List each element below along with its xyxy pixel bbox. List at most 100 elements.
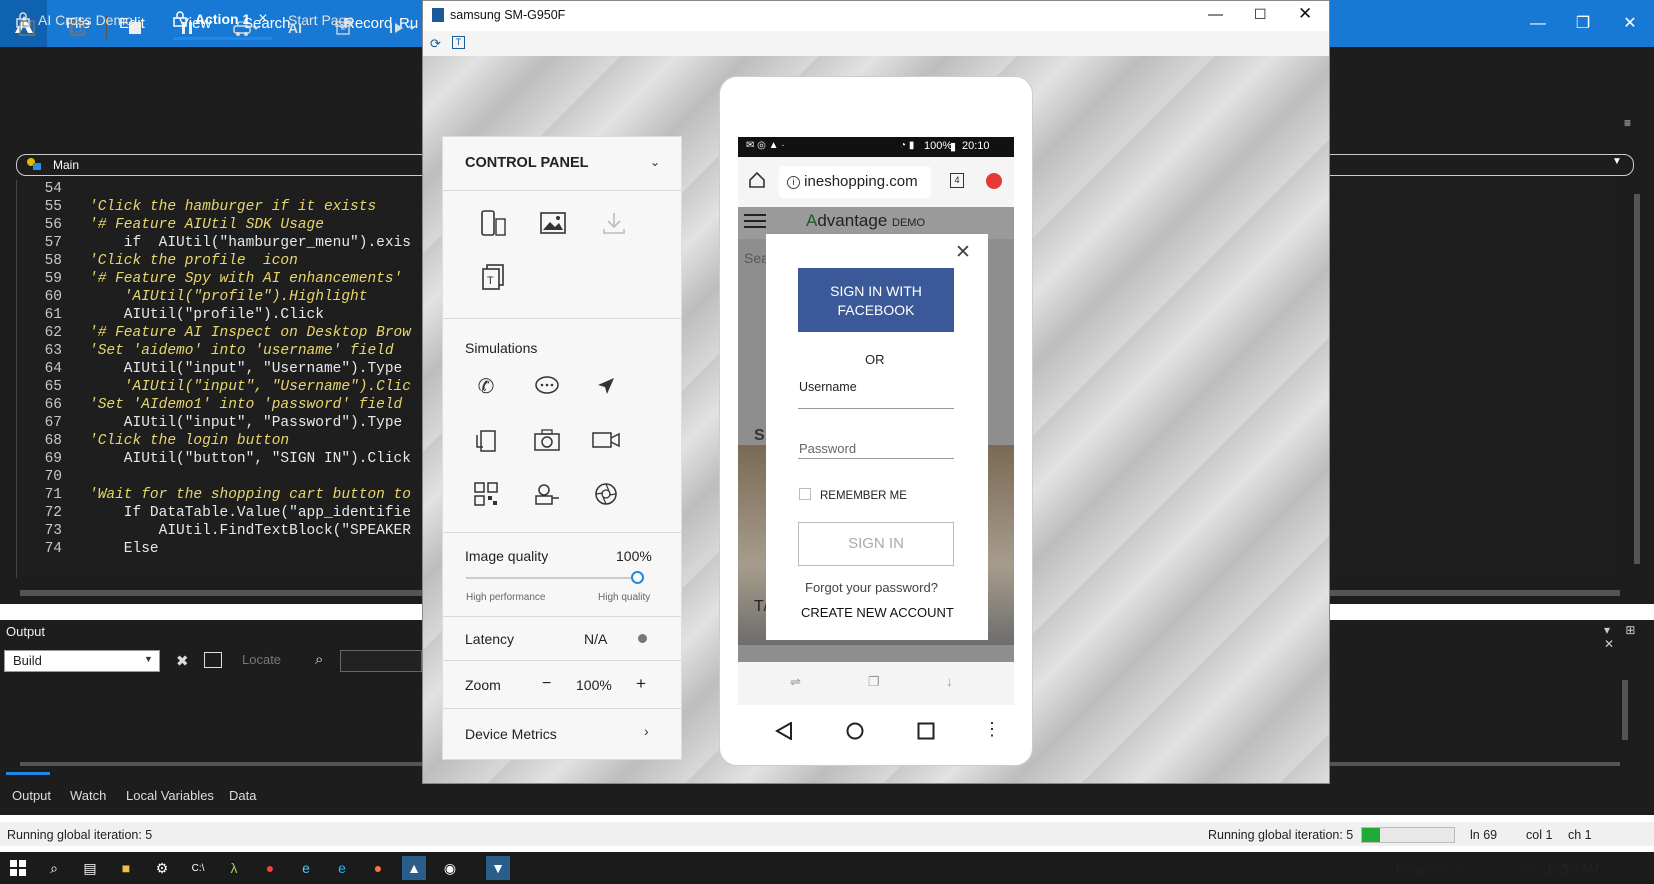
- code-text: '# Feature AI Inspect on Desktop Brow: [89, 325, 411, 341]
- tab-count[interactable]: 4: [950, 173, 964, 188]
- clear-icon[interactable]: ✖: [176, 652, 189, 670]
- zoom-out-button[interactable]: −: [542, 675, 551, 693]
- device-metrics-label[interactable]: Device Metrics: [465, 726, 557, 742]
- video-icon[interactable]: [586, 420, 626, 460]
- command-prompt-icon[interactable]: C:\: [186, 856, 210, 880]
- windows-start-icon[interactable]: [6, 856, 30, 880]
- lambda-app-icon[interactable]: λ: [222, 856, 246, 880]
- tab-watch[interactable]: Watch: [70, 788, 106, 803]
- chevron-down-icon[interactable]: ▼: [1612, 156, 1622, 167]
- chrome-icon[interactable]: ●: [258, 856, 282, 880]
- tab-output[interactable]: Output: [12, 788, 51, 803]
- progress-fill: [1362, 828, 1381, 842]
- aperture-icon[interactable]: [586, 474, 626, 514]
- word-wrap-icon[interactable]: [204, 652, 222, 668]
- home-icon[interactable]: [748, 171, 766, 192]
- latency-label: Latency: [465, 631, 515, 647]
- programs-toolbar[interactable]: Programs: [1396, 862, 1450, 876]
- uft-app-icon[interactable]: ▲: [402, 856, 426, 880]
- battery-level: 100%: [924, 140, 953, 152]
- fingerprint-unlock-icon[interactable]: [527, 474, 567, 514]
- username-field[interactable]: Username: [799, 380, 857, 394]
- phone-call-icon[interactable]: ✆: [466, 366, 506, 406]
- camera-icon[interactable]: [527, 420, 567, 460]
- status-col: col 1: [1526, 828, 1553, 842]
- copy-text-icon[interactable]: T: [473, 257, 513, 297]
- search-icon[interactable]: ⌕: [315, 651, 323, 668]
- file-explorer-icon[interactable]: ■: [114, 856, 138, 880]
- home-icon[interactable]: [846, 722, 864, 740]
- zoom-in-button[interactable]: +: [636, 674, 646, 694]
- line-number: 64: [44, 361, 62, 377]
- hamburger-menu-icon[interactable]: [744, 214, 766, 228]
- line-number: 59: [44, 271, 62, 287]
- text-recognition-icon[interactable]: T: [452, 36, 465, 49]
- forgot-password-link[interactable]: Forgot your password?: [805, 580, 938, 595]
- svg-text:T: T: [487, 275, 494, 287]
- recent-apps-icon[interactable]: [917, 722, 935, 740]
- edge-icon[interactable]: e: [330, 856, 354, 880]
- location-arrow-icon[interactable]: [586, 366, 626, 406]
- firefox-icon[interactable]: ●: [366, 856, 390, 880]
- mobile-center-icon[interactable]: ◉: [438, 856, 462, 880]
- password-field[interactable]: Password: [799, 441, 856, 456]
- more-options-icon[interactable]: ⋮: [983, 719, 1001, 740]
- locate-label: Locate: [242, 652, 282, 667]
- output-source-select[interactable]: Build: [4, 650, 160, 672]
- image-icon[interactable]: [533, 203, 573, 243]
- message-icon[interactable]: [527, 366, 567, 406]
- device-viewer-app-icon[interactable]: ▼: [486, 856, 510, 880]
- tab-local-variables[interactable]: Local Variables: [126, 788, 214, 803]
- site-logo[interactable]: Advantage DEMO: [806, 211, 925, 231]
- restore-icon[interactable]: ❐: [1569, 10, 1597, 38]
- iteration-progress-bar: [1361, 827, 1455, 843]
- locate-button[interactable]: Locate: [242, 652, 281, 667]
- download-icon[interactable]: ↓: [946, 674, 953, 689]
- clock[interactable]: 10:10 AM: [1546, 862, 1599, 876]
- address-bar[interactable]: i ineshopping.com: [779, 166, 931, 198]
- close-icon[interactable]: ✕: [1298, 4, 1312, 24]
- device-rotate-icon[interactable]: [466, 420, 506, 460]
- code-text: 'Click the hamburger if it exists: [89, 199, 377, 215]
- minimize-icon[interactable]: —: [1208, 6, 1223, 23]
- tabs-icon[interactable]: ❐: [868, 674, 880, 690]
- panel-controls[interactable]: ▾ ⊞ ✕: [1604, 623, 1654, 651]
- chevron-down-icon[interactable]: ⌄: [650, 155, 660, 169]
- settings-gear-icon[interactable]: ⚙: [150, 856, 174, 880]
- qr-code-icon[interactable]: [466, 474, 506, 514]
- back-tab-icon[interactable]: ⇌: [790, 674, 801, 690]
- remember-me-checkbox[interactable]: [799, 488, 811, 500]
- signin-button[interactable]: SIGN IN: [798, 522, 954, 566]
- minimize-icon[interactable]: —: [1524, 10, 1552, 38]
- browser-menu-icon[interactable]: [986, 173, 1002, 189]
- refresh-icon[interactable]: ⟳: [430, 36, 441, 52]
- run-step-icon[interactable]: [386, 14, 420, 42]
- image-quality-slider-thumb[interactable]: [631, 571, 644, 584]
- editor-vertical-scrollbar[interactable]: [1634, 194, 1640, 564]
- output-search-input[interactable]: [340, 650, 422, 672]
- line-number: 65: [44, 379, 62, 395]
- image-quality-slider-track[interactable]: [466, 577, 644, 579]
- tab-action-1[interactable]: Action 1 ×: [173, 0, 272, 40]
- rotate-device-icon[interactable]: [473, 203, 513, 243]
- tab-ai-cross-demo[interactable]: AI Cross Demo: [16, 0, 133, 40]
- search-icon[interactable]: ⌕: [42, 856, 66, 880]
- tab-start-page[interactable]: Start Page: [288, 0, 354, 40]
- tab-label: AI Cross Demo: [38, 12, 133, 28]
- internet-explorer-icon[interactable]: e: [294, 856, 318, 880]
- back-icon[interactable]: [775, 722, 793, 740]
- create-account-link[interactable]: CREATE NEW ACCOUNT: [801, 605, 954, 620]
- tab-close-icon[interactable]: ×: [258, 0, 267, 39]
- facebook-signin-button[interactable]: SIGN IN WITH FACEBOOK: [798, 268, 954, 332]
- divider: [443, 708, 681, 709]
- tab-list-dropdown-icon[interactable]: ≡: [1624, 116, 1631, 130]
- task-view-icon[interactable]: ▤: [78, 856, 102, 880]
- download-icon[interactable]: [594, 203, 634, 243]
- chevron-right-icon[interactable]: ›: [644, 723, 649, 739]
- close-icon[interactable]: ✕: [1616, 10, 1644, 38]
- code-text: If DataTable.Value("app_identifie: [89, 505, 411, 521]
- tab-data[interactable]: Data: [229, 788, 256, 803]
- maximize-icon[interactable]: ☐: [1254, 6, 1267, 23]
- modal-close-icon[interactable]: ✕: [955, 241, 971, 264]
- output-vertical-scrollbar[interactable]: [1622, 680, 1628, 740]
